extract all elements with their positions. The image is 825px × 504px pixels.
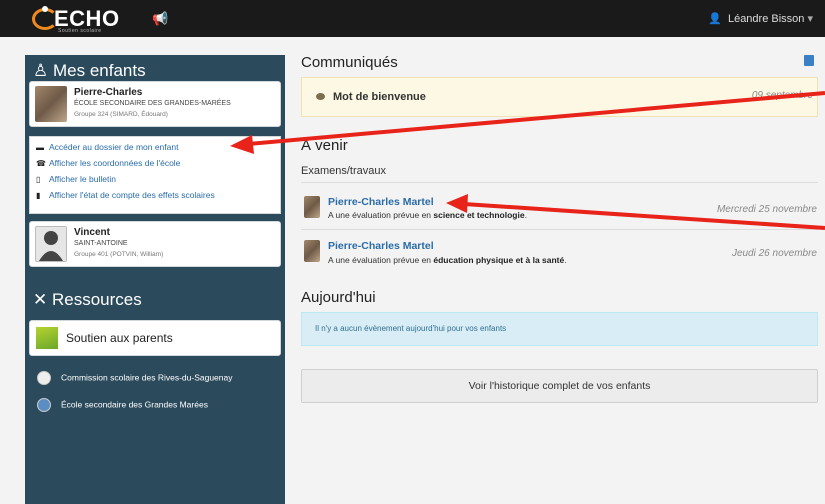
caret-down-icon: ▾ [807,13,813,25]
communiques-title: Communiqués [301,54,398,71]
phone-icon: ☎ [36,159,46,168]
sidebar: ♙ Mes enfants Pierre-Charles ÉCOLE SECON… [25,55,285,504]
today-title: Aujourd'hui [301,289,376,306]
resource-link-commission[interactable]: Commission scolaire des Rives-du-Saguena… [37,371,233,385]
comment-icon [316,93,325,100]
link-school-contact[interactable]: ☎ Afficher les coordonnées de l'école [36,158,180,168]
commission-logo-icon [37,371,51,385]
resource-card-label: Soutien aux parents [66,331,173,345]
child-group: Groupe 401 (POTVIN, William) [74,251,164,258]
event-student-link[interactable]: Pierre-Charles Martel [328,240,434,252]
child-avatar [35,86,67,122]
child-school: SAINT-ANTOINE [74,240,128,247]
event-date: Mercredi 25 novembre [716,204,817,215]
document-icon: ▯ [36,175,41,184]
sidebar-title-enfants: ♙ Mes enfants [33,61,146,80]
notice-welcome[interactable]: Mot de bienvenue 09 septembre [301,77,818,117]
child-card-pierre-charles[interactable]: Pierre-Charles ÉCOLE SECONDAIRE DES GRAN… [29,81,281,127]
user-icon: 👤 [708,13,722,25]
link-child-file[interactable]: ▬ Accéder au dossier de mon enfant [36,142,178,152]
child-group: Groupe 324 (SIMARD, Édouard) [74,111,168,118]
echo-logo[interactable]: ECHO Soutien scolaire [32,6,124,34]
resource-card-soutien-parents[interactable]: Soutien aux parents [29,320,281,356]
school-logo-icon [37,398,51,412]
soutien-parents-logo-icon [36,327,58,349]
event-student-link[interactable]: Pierre-Charles Martel [328,196,434,208]
event-description: A une évaluation prévue en éducation phy… [328,255,567,265]
top-navbar: ECHO Soutien scolaire 📢 👤 Léandre Bisson… [0,0,825,37]
link-account-statement[interactable]: ▮ Afficher l'état de compte des effets sc… [36,190,215,200]
print-icon[interactable] [804,55,814,66]
event-date: Jeudi 26 novembre [731,248,817,259]
today-info-text: Il n'y a aucun évènement aujourd'hui pou… [315,324,507,333]
folder-icon: ▬ [36,143,44,152]
avenir-title: À venir [301,137,348,154]
divider [301,182,818,183]
child-card-vincent[interactable]: Vincent SAINT-ANTOINE Groupe 401 (POTVIN… [29,221,281,267]
resource-link-ecole[interactable]: École secondaire des Grandes Marées [37,398,208,412]
event-avatar [304,196,320,218]
notice-title: Mot de bienvenue [333,91,426,103]
child-actions-list: ▬ Accéder au dossier de mon enfant ☎ Affic… [29,136,281,214]
user-menu[interactable]: 👤 Léandre Bisson ▾ [708,12,813,25]
logo-dot-icon [42,6,48,12]
megaphone-icon[interactable]: 📢 [152,11,168,27]
child-name: Vincent [74,227,110,238]
default-avatar-icon [35,226,67,262]
user-name: Léandre Bisson [727,13,805,25]
child-name: Pierre-Charles [74,87,143,98]
tools-icon: ✕ [33,290,48,309]
divider [301,229,818,230]
sidebar-title-ressources: ✕ Ressources [33,290,142,309]
children-icon: ♙ [33,61,49,80]
event-avatar [304,240,320,262]
today-info-box: Il n'y a aucun évènement aujourd'hui pou… [301,312,818,346]
logo-subtitle: Soutien scolaire [58,28,102,34]
file-icon: ▮ [36,191,41,200]
exams-subtitle: Examens/travaux [301,165,386,177]
history-button[interactable]: Voir l'historique complet de vos enfants [301,369,818,403]
child-school: ÉCOLE SECONDAIRE DES GRANDES-MARÉES [74,100,231,107]
link-report-card[interactable]: ▯ Afficher le bulletin [36,174,116,184]
event-description: A une évaluation prévue en science et te… [328,210,527,220]
notice-date: 09 septembre [751,90,813,101]
